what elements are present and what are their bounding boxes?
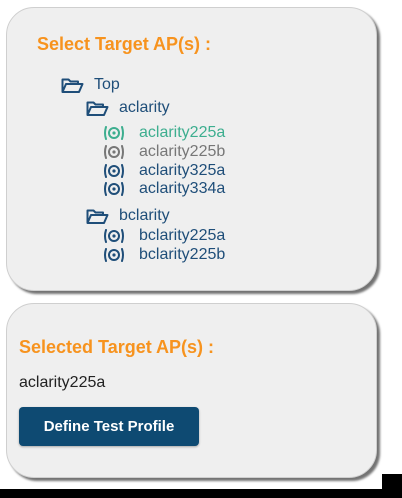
- access-point-icon: [103, 163, 125, 179]
- ap-label: bclarity225a: [139, 227, 226, 244]
- ap-label: aclarity334a: [139, 180, 226, 197]
- access-point-icon: [103, 228, 125, 244]
- selected-target-ap-panel: Selected Target AP(s) : aclarity225a Def…: [6, 303, 377, 478]
- tree-folder-bclarity[interactable]: bclarity: [86, 207, 170, 225]
- selected-target-ap-title: Selected Target AP(s) :: [19, 337, 215, 357]
- tree-folder-label: aclarity: [119, 99, 170, 116]
- select-target-ap-panel: Select Target AP(s) : Top aclarity aclar…: [6, 7, 377, 291]
- access-point-icon: [103, 181, 125, 197]
- tree-folder-label: bclarity: [119, 207, 170, 224]
- access-point-icon: [103, 247, 125, 263]
- folder-open-icon: [86, 100, 109, 117]
- tree-ap-aclarity325a[interactable]: aclarity325a: [103, 162, 225, 180]
- ap-label: aclarity325a: [139, 162, 226, 179]
- access-point-icon: [103, 125, 125, 141]
- folder-open-icon: [86, 208, 109, 225]
- select-target-ap-title: Select Target AP(s) :: [37, 34, 212, 54]
- ap-label: bclarity225b: [139, 246, 226, 263]
- define-test-profile-button[interactable]: Define Test Profile: [19, 407, 199, 446]
- bottom-border: [0, 489, 402, 498]
- tree-ap-aclarity225b[interactable]: aclarity225b: [103, 143, 225, 161]
- tree-folder-aclarity[interactable]: aclarity: [86, 99, 170, 117]
- folder-open-icon: [61, 77, 84, 94]
- tree-ap-bclarity225a[interactable]: bclarity225a: [103, 227, 225, 245]
- tree-folder-top[interactable]: Top: [61, 76, 120, 94]
- corner-border: [382, 474, 402, 498]
- tree-ap-bclarity225b[interactable]: bclarity225b: [103, 246, 225, 264]
- tree-ap-aclarity334a[interactable]: aclarity334a: [103, 180, 225, 198]
- tree-folder-label: Top: [94, 76, 120, 93]
- selected-ap-value: aclarity225a: [19, 374, 106, 391]
- ap-label: aclarity225a: [139, 124, 226, 141]
- tree-ap-aclarity225a[interactable]: aclarity225a: [103, 124, 225, 142]
- ap-label: aclarity225b: [139, 143, 226, 160]
- access-point-icon: [103, 144, 125, 160]
